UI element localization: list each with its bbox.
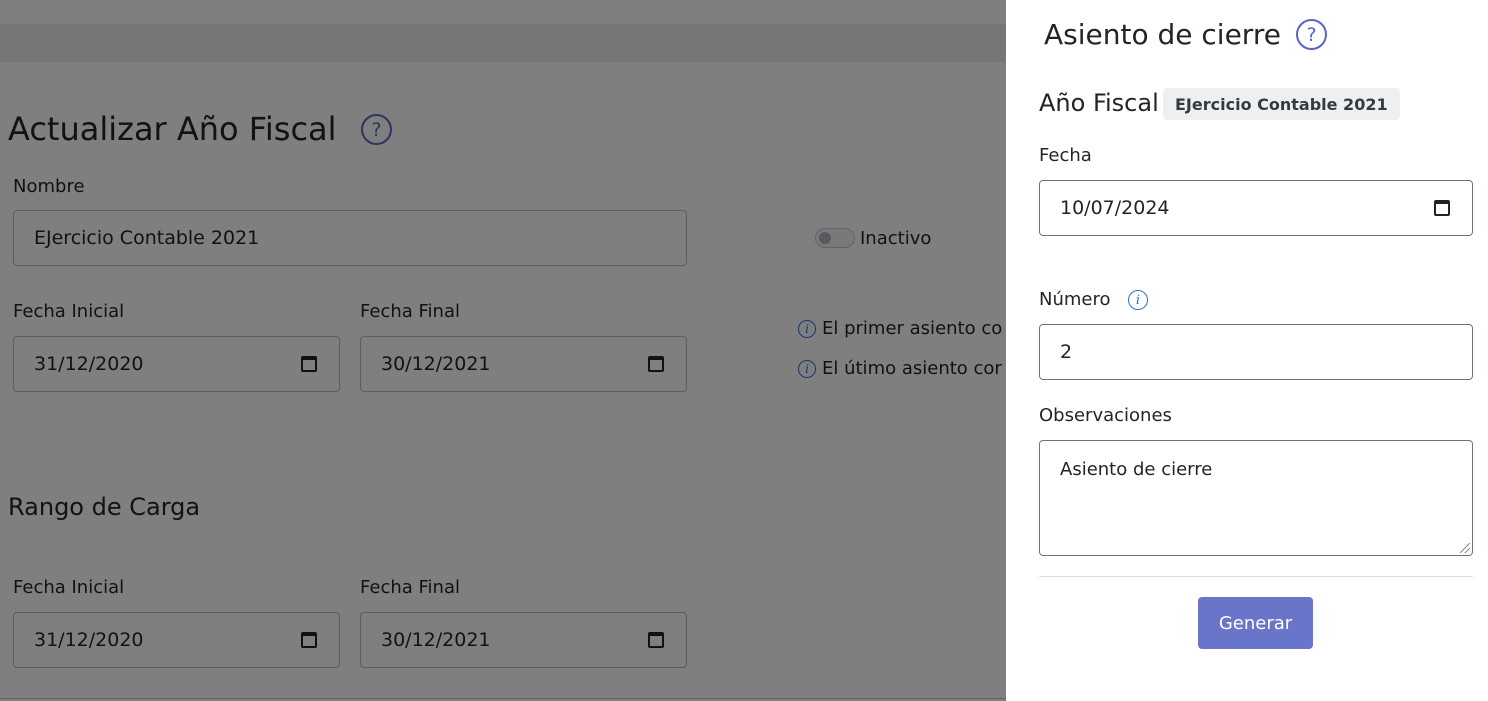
fiscal-year-badge: EJercicio Contable 2021 [1163,88,1400,120]
observaciones-label: Observaciones [1039,405,1172,426]
observaciones-value: Asiento de cierre [1060,459,1213,480]
resize-handle-icon[interactable] [1460,543,1470,553]
fecha-input[interactable]: 10/07/2024 [1039,180,1473,236]
generate-button[interactable]: Generar [1198,597,1313,649]
drawer-title: Asiento de cierre [1044,18,1281,51]
observaciones-textarea[interactable]: Asiento de cierre [1039,440,1473,556]
fecha-value: 10/07/2024 [1060,197,1170,219]
info-icon[interactable]: i [1128,290,1148,310]
fiscal-year-label: Año Fiscal [1039,89,1159,117]
fecha-label: Fecha [1039,145,1092,166]
modal-backdrop[interactable] [0,0,1006,701]
divider [1039,576,1473,577]
calendar-icon[interactable] [1434,200,1450,216]
numero-input[interactable]: 2 [1039,324,1473,380]
closing-entry-drawer: Asiento de cierre ? Año Fiscal EJercicio… [1006,0,1488,701]
numero-label: Número [1039,289,1111,310]
help-icon[interactable]: ? [1296,19,1327,50]
numero-value: 2 [1060,341,1073,363]
